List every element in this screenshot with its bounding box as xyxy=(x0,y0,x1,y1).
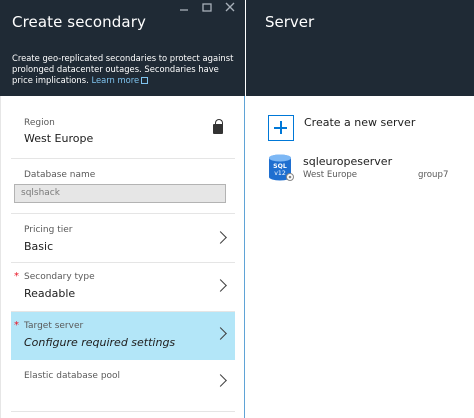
region-label: Region xyxy=(24,118,55,128)
chevron-right-icon xyxy=(214,231,227,244)
server-resource-group: group7 xyxy=(418,170,449,180)
elastic-pool-label: Elastic database pool xyxy=(24,371,121,381)
window-controls xyxy=(177,0,237,14)
chevron-right-icon xyxy=(214,279,227,292)
learn-more-link[interactable]: Learn more xyxy=(91,75,139,85)
target-server-label: Target server xyxy=(24,321,84,331)
server-blade: Server Create a new server SQL v12 sqleu… xyxy=(246,0,474,418)
secondary-type-field[interactable]: * Secondary type Readable xyxy=(11,263,235,312)
minimize-icon[interactable] xyxy=(177,0,191,14)
database-name-input: sqlshack xyxy=(14,184,226,203)
target-server-field[interactable]: * Target server Configure required setti… xyxy=(11,312,235,360)
region-field: Region West Europe xyxy=(11,96,235,159)
database-name-label: Database name xyxy=(24,170,96,180)
required-marker: * xyxy=(14,271,19,282)
blade-header: Create secondary Create geo-replicated s… xyxy=(0,0,245,96)
chevron-right-icon xyxy=(214,374,227,387)
secondary-type-value: Readable xyxy=(24,287,76,300)
server-list-item[interactable]: SQL v12 sqleuropeserver West Europe grou… xyxy=(268,152,468,184)
plus-icon xyxy=(268,115,294,141)
create-new-server-label: Create a new server xyxy=(304,116,416,129)
external-link-icon xyxy=(141,77,149,84)
blade-body: Region West Europe Database name sqlshac… xyxy=(0,96,245,418)
region-value: West Europe xyxy=(24,132,94,145)
pricing-tier-value: Basic xyxy=(24,240,54,253)
lock-icon xyxy=(213,119,223,134)
target-server-value: Configure required settings xyxy=(24,336,176,349)
server-blade-header: Server xyxy=(246,0,474,96)
sql-database-icon: SQL v12 xyxy=(269,154,294,181)
pricing-tier-label: Pricing tier xyxy=(24,225,73,235)
pricing-tier-field[interactable]: Pricing tier Basic xyxy=(11,213,235,263)
maximize-icon[interactable] xyxy=(200,0,214,14)
blade-description: Create geo-replicated secondaries to pro… xyxy=(12,53,240,86)
secondary-type-label: Secondary type xyxy=(24,272,95,282)
close-icon[interactable] xyxy=(223,0,237,14)
server-name: sqleuropeserver xyxy=(303,155,393,168)
elastic-pool-field[interactable]: Elastic database pool xyxy=(11,360,235,412)
sql-icon-text-top: SQL xyxy=(273,163,287,170)
required-marker: * xyxy=(14,320,19,331)
server-region: West Europe xyxy=(303,170,358,180)
server-blade-title: Server xyxy=(265,13,315,31)
create-new-server-button[interactable]: Create a new server xyxy=(268,115,468,141)
chevron-right-icon xyxy=(214,327,227,340)
sql-icon-text-bottom: v12 xyxy=(274,170,286,177)
blade-title: Create secondary xyxy=(12,13,146,31)
create-secondary-blade: Create secondary Create geo-replicated s… xyxy=(0,0,245,418)
